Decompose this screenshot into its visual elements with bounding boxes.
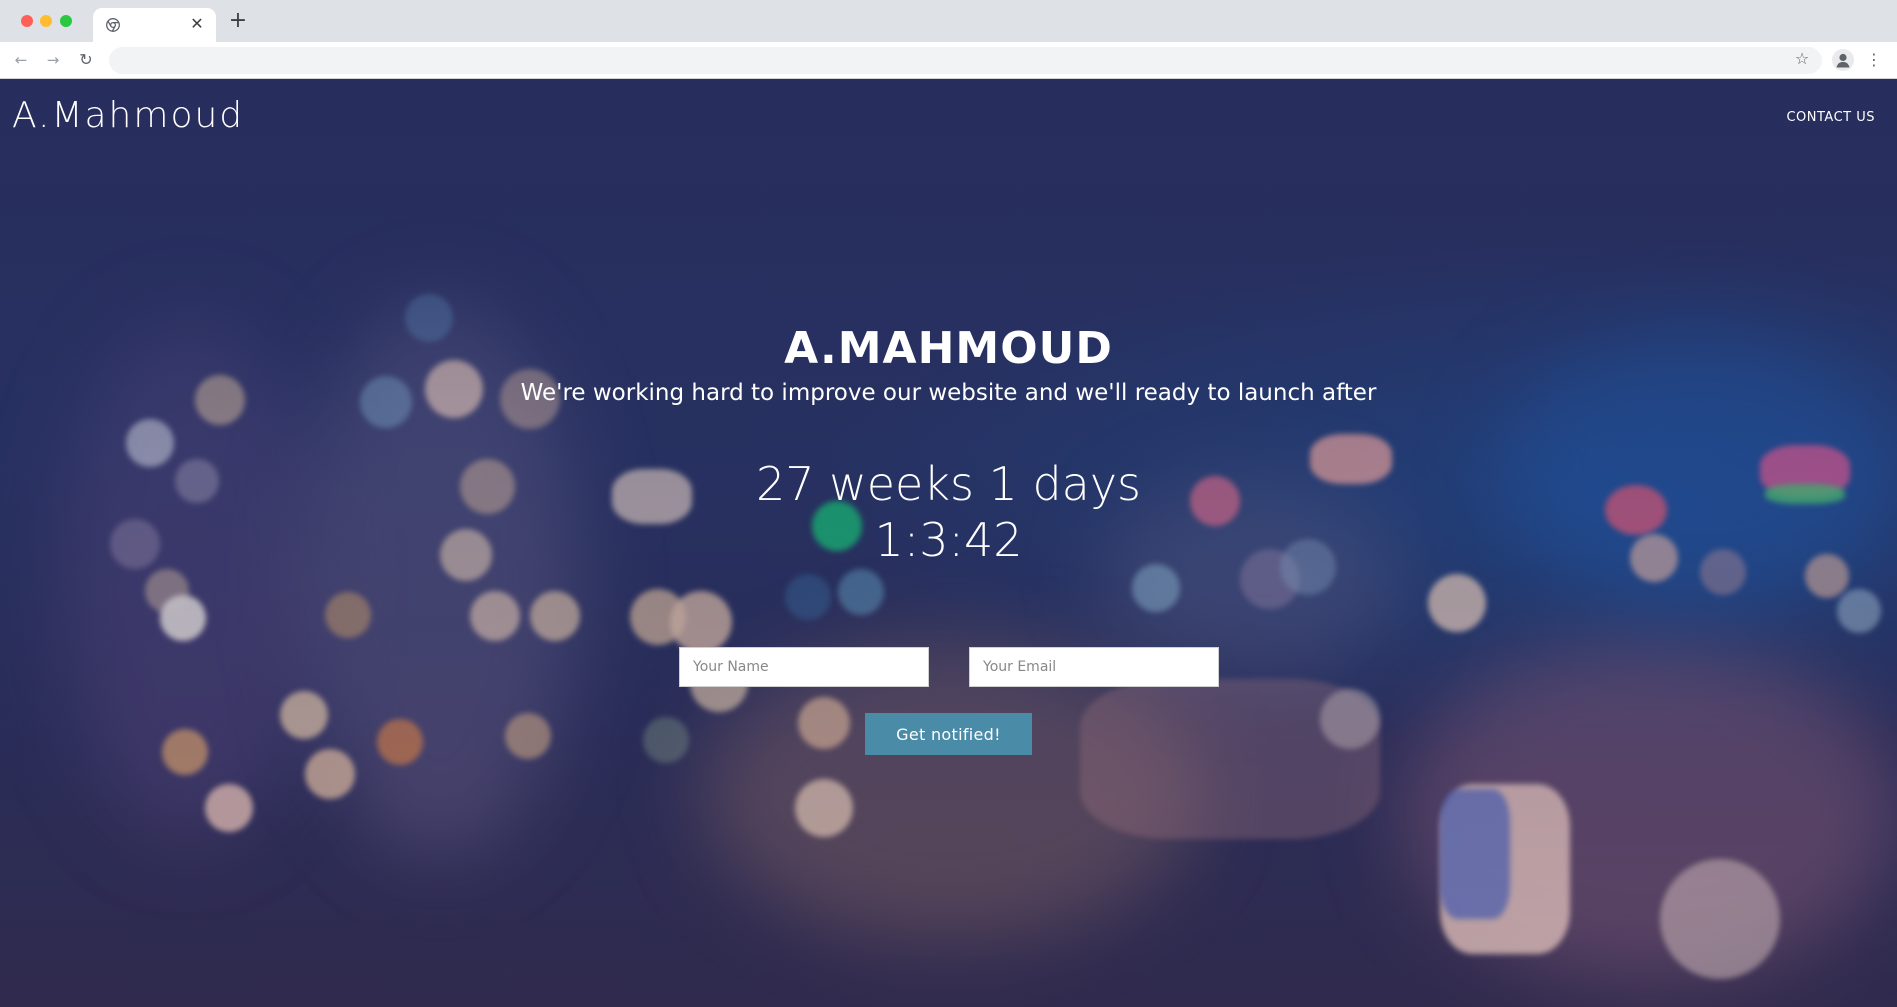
reload-icon[interactable]: ↻: [76, 50, 96, 70]
browser-tab-bar: ✕ +: [0, 0, 1897, 42]
window-close-button[interactable]: [21, 15, 33, 27]
chrome-icon: [106, 18, 120, 32]
page-viewport: A.Mahmoud CONTACT US A.MAHMOUD We're wor…: [0, 79, 1897, 1007]
page-title: A.MAHMOUD: [784, 323, 1113, 374]
new-tab-button[interactable]: +: [228, 10, 248, 32]
get-notified-button[interactable]: Get notified!: [865, 713, 1032, 755]
hero-section: A.MAHMOUD We're working hard to improve …: [0, 322, 1897, 568]
countdown-time: 1:3:42: [874, 513, 1023, 567]
back-arrow-icon[interactable]: ←: [11, 50, 31, 70]
countdown-weeks-days: 27 weeks 1 days: [755, 457, 1142, 511]
kebab-menu-icon[interactable]: ⋮: [1866, 49, 1882, 71]
hero-subtitle: We're working hard to improve our websit…: [520, 380, 1377, 406]
profile-avatar-icon[interactable]: [1832, 49, 1854, 71]
contact-us-link[interactable]: CONTACT US: [1786, 110, 1875, 125]
bookmark-star-icon[interactable]: ☆: [1792, 49, 1812, 69]
forward-arrow-icon[interactable]: →: [43, 50, 63, 70]
browser-tab[interactable]: ✕: [93, 8, 216, 42]
brand-logo[interactable]: A.Mahmoud: [12, 95, 244, 136]
url-input[interactable]: [109, 47, 1822, 74]
countdown-timer: 27 weeks 1 days 1:3:42: [0, 456, 1897, 568]
address-bar[interactable]: [109, 47, 1822, 74]
browser-toolbar: ← → ↻ ☆ ⋮: [0, 42, 1897, 79]
window-minimize-button[interactable]: [40, 15, 52, 27]
window-maximize-button[interactable]: [60, 15, 72, 27]
name-input[interactable]: [679, 647, 929, 687]
email-input[interactable]: [969, 647, 1219, 687]
notify-form: [0, 647, 1897, 687]
close-icon[interactable]: ✕: [188, 15, 206, 33]
